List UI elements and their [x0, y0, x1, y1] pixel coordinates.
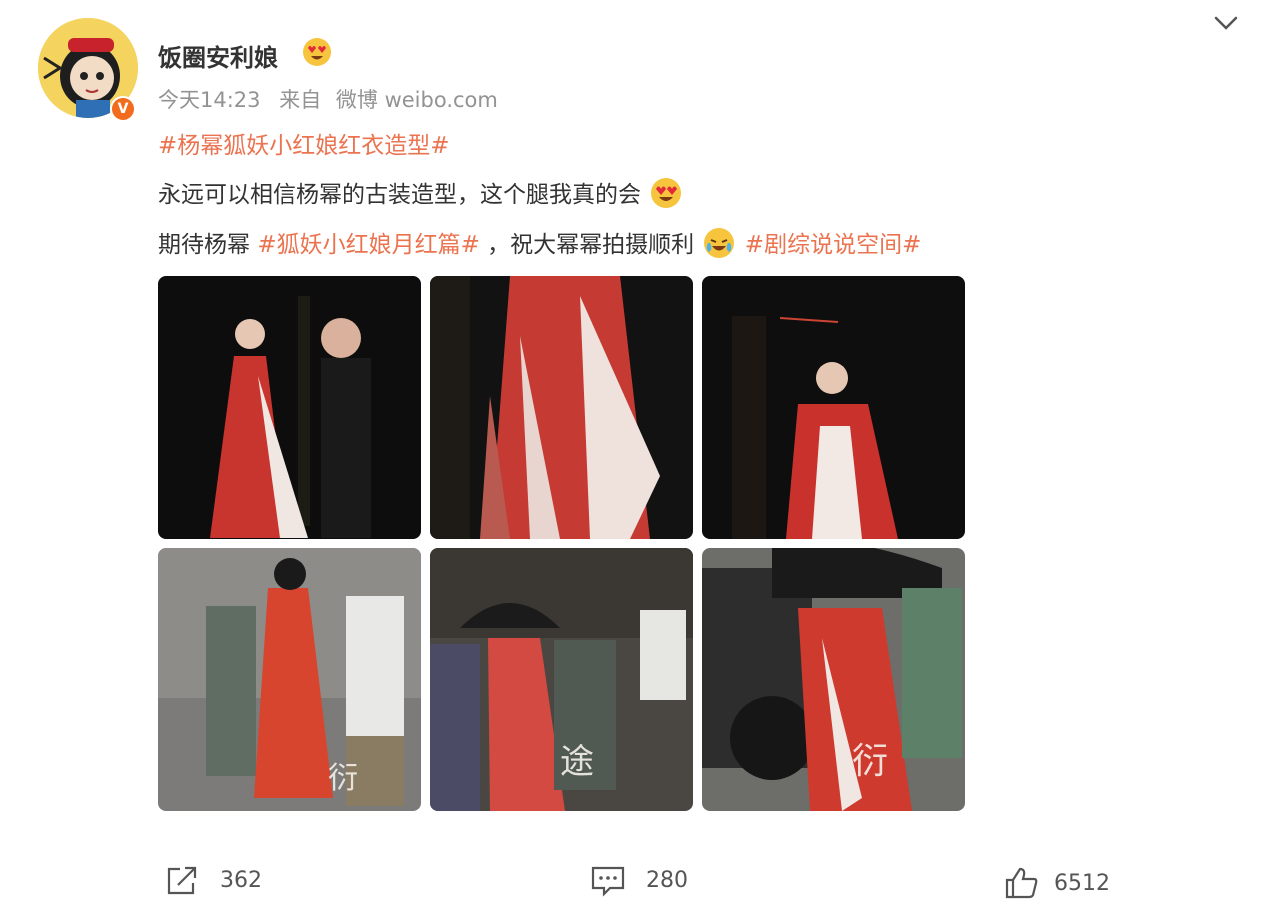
photo-thumbnail-2[interactable] — [430, 276, 693, 539]
post-time[interactable]: 今天14:23 — [158, 88, 261, 112]
comment-icon — [591, 866, 625, 897]
post-text: 期待杨幂 — [158, 232, 258, 258]
post-source[interactable]: 微博 weibo.com — [336, 88, 498, 112]
like-button[interactable]: 6512 — [1004, 863, 1110, 903]
post-line-2: 永远可以相信杨幂的古装造型，这个腿我真的会 — [158, 175, 684, 209]
photo-thumbnail-3[interactable] — [702, 276, 965, 539]
svg-text:途: 途 — [560, 742, 594, 782]
hashtag-link[interactable]: #狐妖小红娘月红篇# — [257, 232, 480, 258]
photo-thumbnail-1[interactable] — [158, 276, 421, 539]
heart-eyes-icon — [651, 178, 682, 208]
hashtag-link[interactable]: #剧综说说空间# — [737, 232, 922, 258]
chevron-down-icon[interactable] — [1212, 12, 1240, 34]
post-meta: 今天14:23 来自 微博 weibo.com — [158, 84, 510, 114]
svg-text:衍: 衍 — [328, 761, 358, 796]
repost-button[interactable]: 362 — [164, 860, 262, 900]
heart-eyes-icon — [303, 38, 331, 66]
share-icon — [167, 866, 197, 895]
verified-badge: V — [110, 96, 136, 122]
source-prefix: 来自 — [279, 88, 322, 112]
comment-button[interactable]: 280 — [590, 860, 688, 900]
photo-thumbnail-5[interactable]: 途 — [430, 548, 693, 811]
username[interactable]: 饭圈安利娘 — [158, 38, 278, 73]
comment-count: 280 — [646, 867, 688, 893]
post-line-3: 期待杨幂 #狐妖小红娘月红篇# ，祝大幂幂拍摄顺利 #剧综说说空间# — [158, 225, 921, 259]
action-bar: 362 280 6512 — [0, 850, 1280, 906]
photo-thumbnail-6[interactable]: 衍 — [702, 548, 965, 811]
like-count: 6512 — [1054, 870, 1110, 896]
post-text: 永远可以相信杨幂的古装造型，这个腿我真的会 — [158, 182, 641, 208]
svg-text:衍: 衍 — [852, 741, 888, 782]
thumbs-up-icon — [1005, 867, 1038, 899]
photo-thumbnail-4[interactable]: 衍 — [158, 548, 421, 811]
post-line-1: #杨幂狐妖小红娘红衣造型# — [158, 126, 450, 160]
repost-count: 362 — [220, 867, 262, 893]
hashtag-link[interactable]: #杨幂狐妖小红娘红衣造型# — [158, 133, 450, 159]
photo-grid: 衍 途 衍 — [158, 276, 966, 812]
post-text: ，祝大幂幂拍摄顺利 — [479, 232, 695, 258]
crying-laughing-icon — [704, 228, 735, 258]
weibo-post: V 饭圈安利娘 今天14:23 来自 微博 weibo.com #杨幂狐妖小红娘… — [0, 0, 1280, 906]
